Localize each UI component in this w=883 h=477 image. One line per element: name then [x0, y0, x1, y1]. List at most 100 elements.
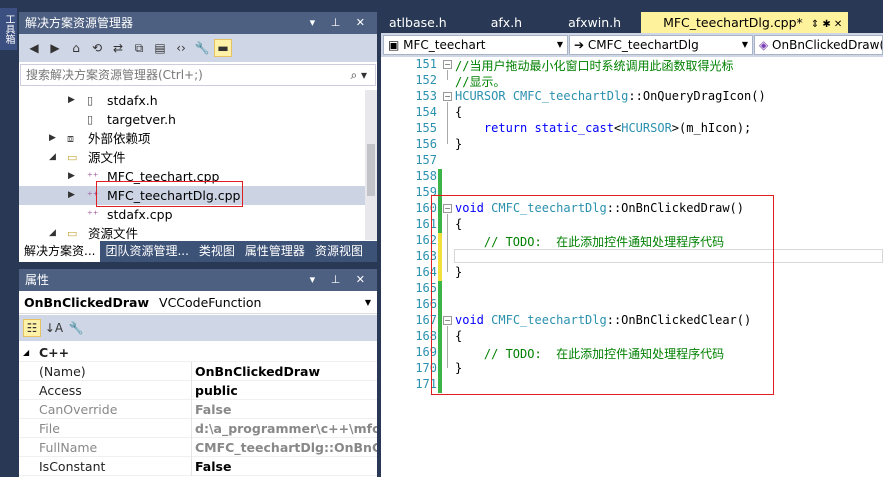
alphabetical-icon[interactable]: ↓A	[45, 319, 63, 337]
column-divider	[191, 362, 192, 381]
document-tab[interactable]: atlbase.h	[381, 12, 467, 33]
document-tab[interactable]: MFC_teechartDlg.cpp* ⇕ ✱ ✕	[641, 12, 849, 33]
categorized-icon[interactable]: ☷	[23, 319, 41, 337]
properties-header: 属性 ▾ ⊥ ✕	[19, 269, 377, 291]
show-all-files-icon[interactable]: ▤	[151, 39, 169, 57]
home-icon[interactable]: ⌂	[67, 39, 85, 57]
tree-item[interactable]: ◢ ▭ 资源文件	[19, 224, 365, 240]
code-token: ::OnQueryDragIcon()	[628, 89, 766, 103]
tree-item[interactable]: ▯ targetver.h	[19, 110, 365, 129]
class-dropdown[interactable]: ➔ CMFC_teechartDlg ▼	[569, 35, 753, 55]
code-token: static_cast	[534, 121, 614, 135]
property-pages-icon[interactable]: 🔧	[67, 319, 85, 337]
forward-icon[interactable]: ▶	[46, 39, 64, 57]
tree-item[interactable]: ▶ ⧈ 外部依赖项	[19, 129, 365, 148]
tab-pin-close-icons[interactable]: ⇕ ✱ ✕	[811, 19, 843, 30]
column-divider	[191, 400, 192, 419]
property-name: Access	[39, 383, 82, 398]
toolbox-tab[interactable]: 工具箱	[0, 8, 17, 50]
expander-icon[interactable]: ▶	[49, 129, 59, 148]
tree-item[interactable]: ◢ ▭ 源文件	[19, 148, 365, 167]
code-line[interactable]: {	[455, 105, 462, 119]
expander-icon[interactable]: ▶	[68, 167, 78, 186]
expander-icon[interactable]: ▶	[68, 186, 78, 205]
code-line[interactable]: //显示。	[455, 73, 505, 90]
property-value: CMFC_teechartDlg::OnBnClicke	[195, 440, 377, 455]
solution-search-input[interactable]: 搜索解决方案资源管理器(Ctrl+;) ⌕ ▾	[20, 64, 376, 86]
tree-scrollbar-thumb[interactable]	[367, 144, 375, 196]
class-icon: ➔	[574, 38, 588, 52]
line-number: 152	[415, 73, 437, 87]
method-icon: ◈	[759, 38, 773, 52]
folder-icon: ▭	[67, 227, 78, 240]
document-tab[interactable]: afx.h	[467, 12, 542, 33]
expander-icon[interactable]: ▶	[68, 91, 78, 110]
properties-wrench-icon[interactable]: 🔧	[193, 39, 211, 57]
change-marker	[438, 169, 442, 185]
tree-item[interactable]: ⁺⁺ stdafx.cpp	[19, 205, 365, 224]
line-number: 157	[415, 153, 437, 167]
property-name: File	[39, 421, 60, 436]
tree-item-label: targetver.h	[107, 112, 176, 127]
document-tab[interactable]: afxwin.h	[542, 12, 641, 33]
properties-toolbar: ☷ ↓A 🔧	[19, 315, 377, 341]
panel-header-icons[interactable]: ▾ ⊥ ✕	[310, 269, 371, 291]
property-row[interactable]: Access public	[19, 381, 377, 400]
history-icon[interactable]: ⟲	[88, 39, 106, 57]
folder-icon: ▭	[67, 151, 78, 164]
property-row[interactable]: File d:\a_programmer\c++\mfc_te	[19, 419, 377, 438]
back-icon[interactable]: ◀	[25, 39, 43, 57]
code-token: {	[455, 105, 463, 119]
expander-icon[interactable]: ◢	[49, 148, 59, 167]
explorer-tab[interactable]: 属性管理器	[240, 241, 310, 262]
property-name: IsConstant	[39, 459, 106, 474]
dependencies-icon: ⧈	[67, 132, 74, 145]
document-tab-label: MFC_teechartDlg.cpp*	[663, 15, 803, 30]
chevron-down-icon: ▼	[364, 298, 371, 307]
solution-explorer-panel: 解决方案资源管理器 ▾ ⊥ ✕ ◀ ▶ ⌂ ⟲ ⇄ ⧉ ▤ ‹› 🔧 ▬ 搜索解…	[19, 12, 377, 262]
collapse-icon[interactable]: ◢	[23, 343, 29, 362]
object-type: VCCodeFunction	[159, 295, 262, 310]
explorer-tab[interactable]: 解决方案资...	[19, 241, 101, 262]
collapse-icon[interactable]: −	[443, 92, 452, 101]
category-label: C++	[39, 345, 70, 360]
line-number: 156	[415, 137, 437, 151]
sync-icon[interactable]: ⇄	[109, 39, 127, 57]
member-dropdown[interactable]: ◈ OnBnClickedDraw()	[754, 35, 883, 55]
category-row[interactable]: ◢ C++	[19, 343, 377, 362]
project-dropdown[interactable]: ▣ MFC_teechart ▼	[383, 35, 568, 55]
code-token: }	[455, 137, 463, 151]
explorer-tab[interactable]: 团队资源管理...	[100, 241, 193, 262]
code-token: >(m_hIcon);	[671, 121, 752, 135]
preview-toggle-icon[interactable]: ▬	[214, 39, 232, 57]
document-tab-label: atlbase.h	[389, 15, 447, 30]
tree-item[interactable]: ▶ ▯ stdafx.h	[19, 91, 365, 110]
cpp-file-icon: ⁺⁺	[87, 208, 99, 221]
chevron-down-icon: ▼	[556, 40, 563, 49]
property-row[interactable]: (Name) OnBnClickedDraw	[19, 362, 377, 381]
explorer-tab[interactable]: 类视图	[194, 241, 240, 262]
property-row[interactable]: IsConstant False	[19, 457, 377, 476]
class-name: CMFC_teechartDlg	[587, 38, 699, 52]
property-row[interactable]: FullName CMFC_teechartDlg::OnBnClicke	[19, 438, 377, 457]
properties-object-selector[interactable]: OnBnClickedDraw VCCodeFunction ▼	[19, 291, 377, 314]
code-line[interactable]: return static_cast<HCURSOR>(m_hIcon);	[455, 121, 751, 135]
line-number: 155	[415, 121, 437, 135]
expander-icon[interactable]: ◢	[49, 224, 59, 240]
search-icon[interactable]: ⌕ ▾	[350, 65, 367, 85]
fold-guide	[447, 70, 448, 80]
property-name: FullName	[39, 440, 98, 455]
panel-header-icons[interactable]: ▾ ⊥ ✕	[310, 12, 371, 34]
object-name: OnBnClickedDraw	[24, 295, 150, 310]
explorer-tab[interactable]: 资源视图	[310, 241, 368, 262]
code-line[interactable]: //当用户拖动最小化窗口时系统调用此函数取得光标	[455, 57, 733, 74]
collapse-all-icon[interactable]: ⧉	[130, 39, 148, 57]
line-number: 151	[415, 57, 437, 71]
collapse-icon[interactable]: −	[443, 60, 452, 69]
code-line[interactable]: HCURSOR CMFC_teechartDlg::OnQueryDragIco…	[455, 89, 766, 103]
code-line[interactable]: }	[455, 137, 462, 151]
solution-explorer-title: 解决方案资源管理器	[25, 16, 134, 30]
view-code-icon[interactable]: ‹›	[172, 39, 190, 57]
property-row[interactable]: CanOverride False	[19, 400, 377, 419]
